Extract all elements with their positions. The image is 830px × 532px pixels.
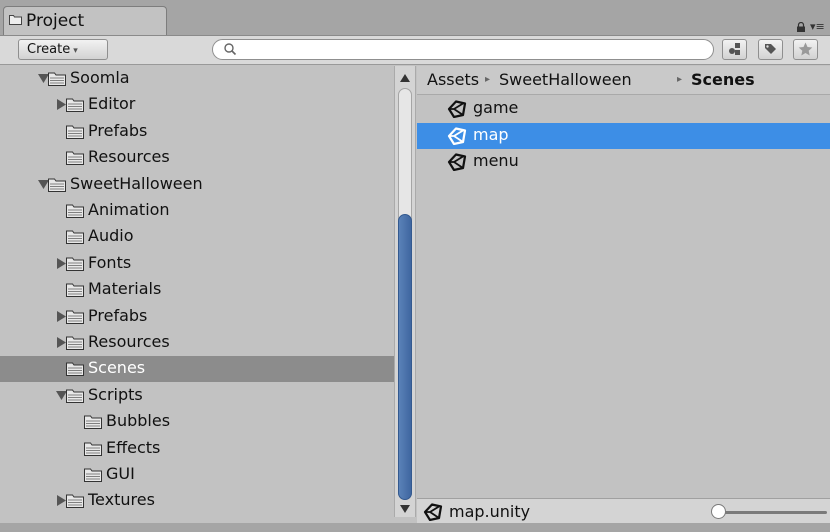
search-input[interactable] xyxy=(212,39,714,60)
tree-item-label: Scenes xyxy=(88,358,146,378)
tree-item-label: Audio xyxy=(88,226,134,246)
tree-item-label: Editor xyxy=(88,94,136,114)
project-toolbar: Create ▾ xyxy=(0,36,830,65)
tree-item[interactable]: Textures xyxy=(0,488,394,514)
folder-icon xyxy=(66,494,84,509)
breadcrumb-separator-icon: ▸ xyxy=(485,74,491,85)
asset-item-label: menu xyxy=(473,151,519,170)
tree-item-label: Bubbles xyxy=(106,411,171,431)
zoom-slider-handle[interactable] xyxy=(711,504,726,519)
folder-icon xyxy=(48,178,66,192)
breadcrumb: Assets ▸ SweetHalloween ▸ Scenes xyxy=(417,66,830,95)
search-icon xyxy=(224,43,237,56)
context-menu-icon[interactable]: ▾≡ xyxy=(810,20,828,34)
tree-item[interactable]: Materials xyxy=(0,277,394,303)
tree-item-label: Animation xyxy=(88,200,170,219)
asset-list[interactable]: game map menu xyxy=(417,96,830,500)
tree-item-label: Prefabs xyxy=(88,120,148,140)
tree-item[interactable]: Audio xyxy=(0,224,394,250)
folder-icon xyxy=(66,362,84,377)
tree-item-label: Resources xyxy=(88,147,170,167)
folder-icon xyxy=(66,336,84,350)
scrollbar-thumb[interactable] xyxy=(398,214,412,500)
tree-item[interactable]: Bubbles xyxy=(0,409,394,435)
asset-item[interactable]: map xyxy=(417,122,830,149)
folder-icon xyxy=(84,442,102,456)
folder-icon xyxy=(84,415,102,430)
tag-icon xyxy=(765,44,776,54)
tree-item-label: Scripts xyxy=(88,384,143,404)
breadcrumb-item-sweethalloween[interactable]: SweetHalloween xyxy=(499,70,632,89)
folder-icon xyxy=(84,468,102,482)
folder-icon xyxy=(66,204,84,218)
scroll-down-arrow-icon[interactable] xyxy=(400,505,410,513)
tree-item[interactable]: Effects xyxy=(0,436,394,462)
dropdown-arrow-icon: ▾ xyxy=(73,46,78,56)
folder-icon xyxy=(66,389,84,403)
tree-item[interactable]: Resources xyxy=(0,330,394,356)
tree-item-label: Textures xyxy=(88,490,155,510)
asset-item[interactable]: game xyxy=(417,96,830,122)
tree-item[interactable]: Scenes xyxy=(0,356,394,383)
scroll-up-arrow-icon[interactable] xyxy=(400,74,410,82)
tree-item[interactable]: Scripts xyxy=(0,383,394,409)
tree-scrollbar[interactable] xyxy=(394,66,416,517)
breadcrumb-item-assets[interactable]: Assets xyxy=(427,70,479,89)
unity-scene-icon xyxy=(447,153,467,171)
tree-item[interactable]: SweetHalloween xyxy=(0,172,394,198)
selected-file-path: map.unity xyxy=(449,502,531,521)
save-search-favorite-button[interactable] xyxy=(793,39,818,60)
tree-item[interactable]: Editor xyxy=(0,92,394,118)
tree-item-label: Soomla xyxy=(70,68,130,87)
folder-icon xyxy=(9,15,22,25)
folder-icon xyxy=(66,283,84,298)
folder-icon xyxy=(66,125,84,139)
tree-item[interactable]: GUI xyxy=(0,462,394,488)
search-by-label-button[interactable] xyxy=(758,39,783,60)
star-icon xyxy=(798,42,813,56)
unity-scene-icon xyxy=(423,503,443,521)
zoom-slider-track[interactable] xyxy=(717,511,827,514)
folder-icon xyxy=(66,310,84,324)
asset-item-label: game xyxy=(473,98,519,117)
tree-item[interactable]: Animation xyxy=(0,198,394,224)
tree-item-label: Prefabs xyxy=(88,305,148,325)
tree-item[interactable]: Soomla xyxy=(0,66,394,92)
folder-icon xyxy=(66,230,84,245)
tab-bar: Project ▾≡ xyxy=(0,0,830,36)
unity-scene-icon xyxy=(447,100,467,118)
search-by-type-button[interactable] xyxy=(722,39,747,60)
tree-item[interactable]: Prefabs xyxy=(0,304,394,330)
tree-item-label: Materials xyxy=(88,279,162,299)
asset-item[interactable]: menu xyxy=(417,149,830,175)
folder-icon xyxy=(66,151,84,166)
tree-item[interactable]: Resources xyxy=(0,145,394,171)
breadcrumb-separator-icon: ▸ xyxy=(677,74,683,85)
tree-item[interactable]: Prefabs xyxy=(0,119,394,145)
folder-icon xyxy=(48,72,66,86)
tab-project[interactable]: Project xyxy=(3,6,167,35)
create-button-label: Create xyxy=(27,42,71,57)
tree-item-label: Fonts xyxy=(88,252,132,272)
tree-item[interactable]: Fonts xyxy=(0,251,394,277)
lock-icon[interactable] xyxy=(796,22,806,32)
status-bar: map.unity xyxy=(417,498,830,524)
tree-item-label: GUI xyxy=(106,464,135,483)
folder-icon xyxy=(66,98,84,113)
asset-item-label: map xyxy=(473,124,509,144)
type-filter-icon xyxy=(729,43,740,55)
tree-item-label: SweetHalloween xyxy=(70,173,203,193)
tree-item-label: Resources xyxy=(88,332,170,351)
unity-scene-icon xyxy=(447,126,467,145)
breadcrumb-item-scenes[interactable]: Scenes xyxy=(691,70,755,89)
create-button[interactable]: Create ▾ xyxy=(18,39,108,60)
folder-tree[interactable]: Soomla Editor Prefabs Resources SweetHallowe… xyxy=(0,66,394,517)
folder-icon xyxy=(66,257,84,271)
window-footer xyxy=(0,523,830,532)
tab-label: Project xyxy=(26,11,85,31)
tree-item-label: Effects xyxy=(106,437,161,457)
